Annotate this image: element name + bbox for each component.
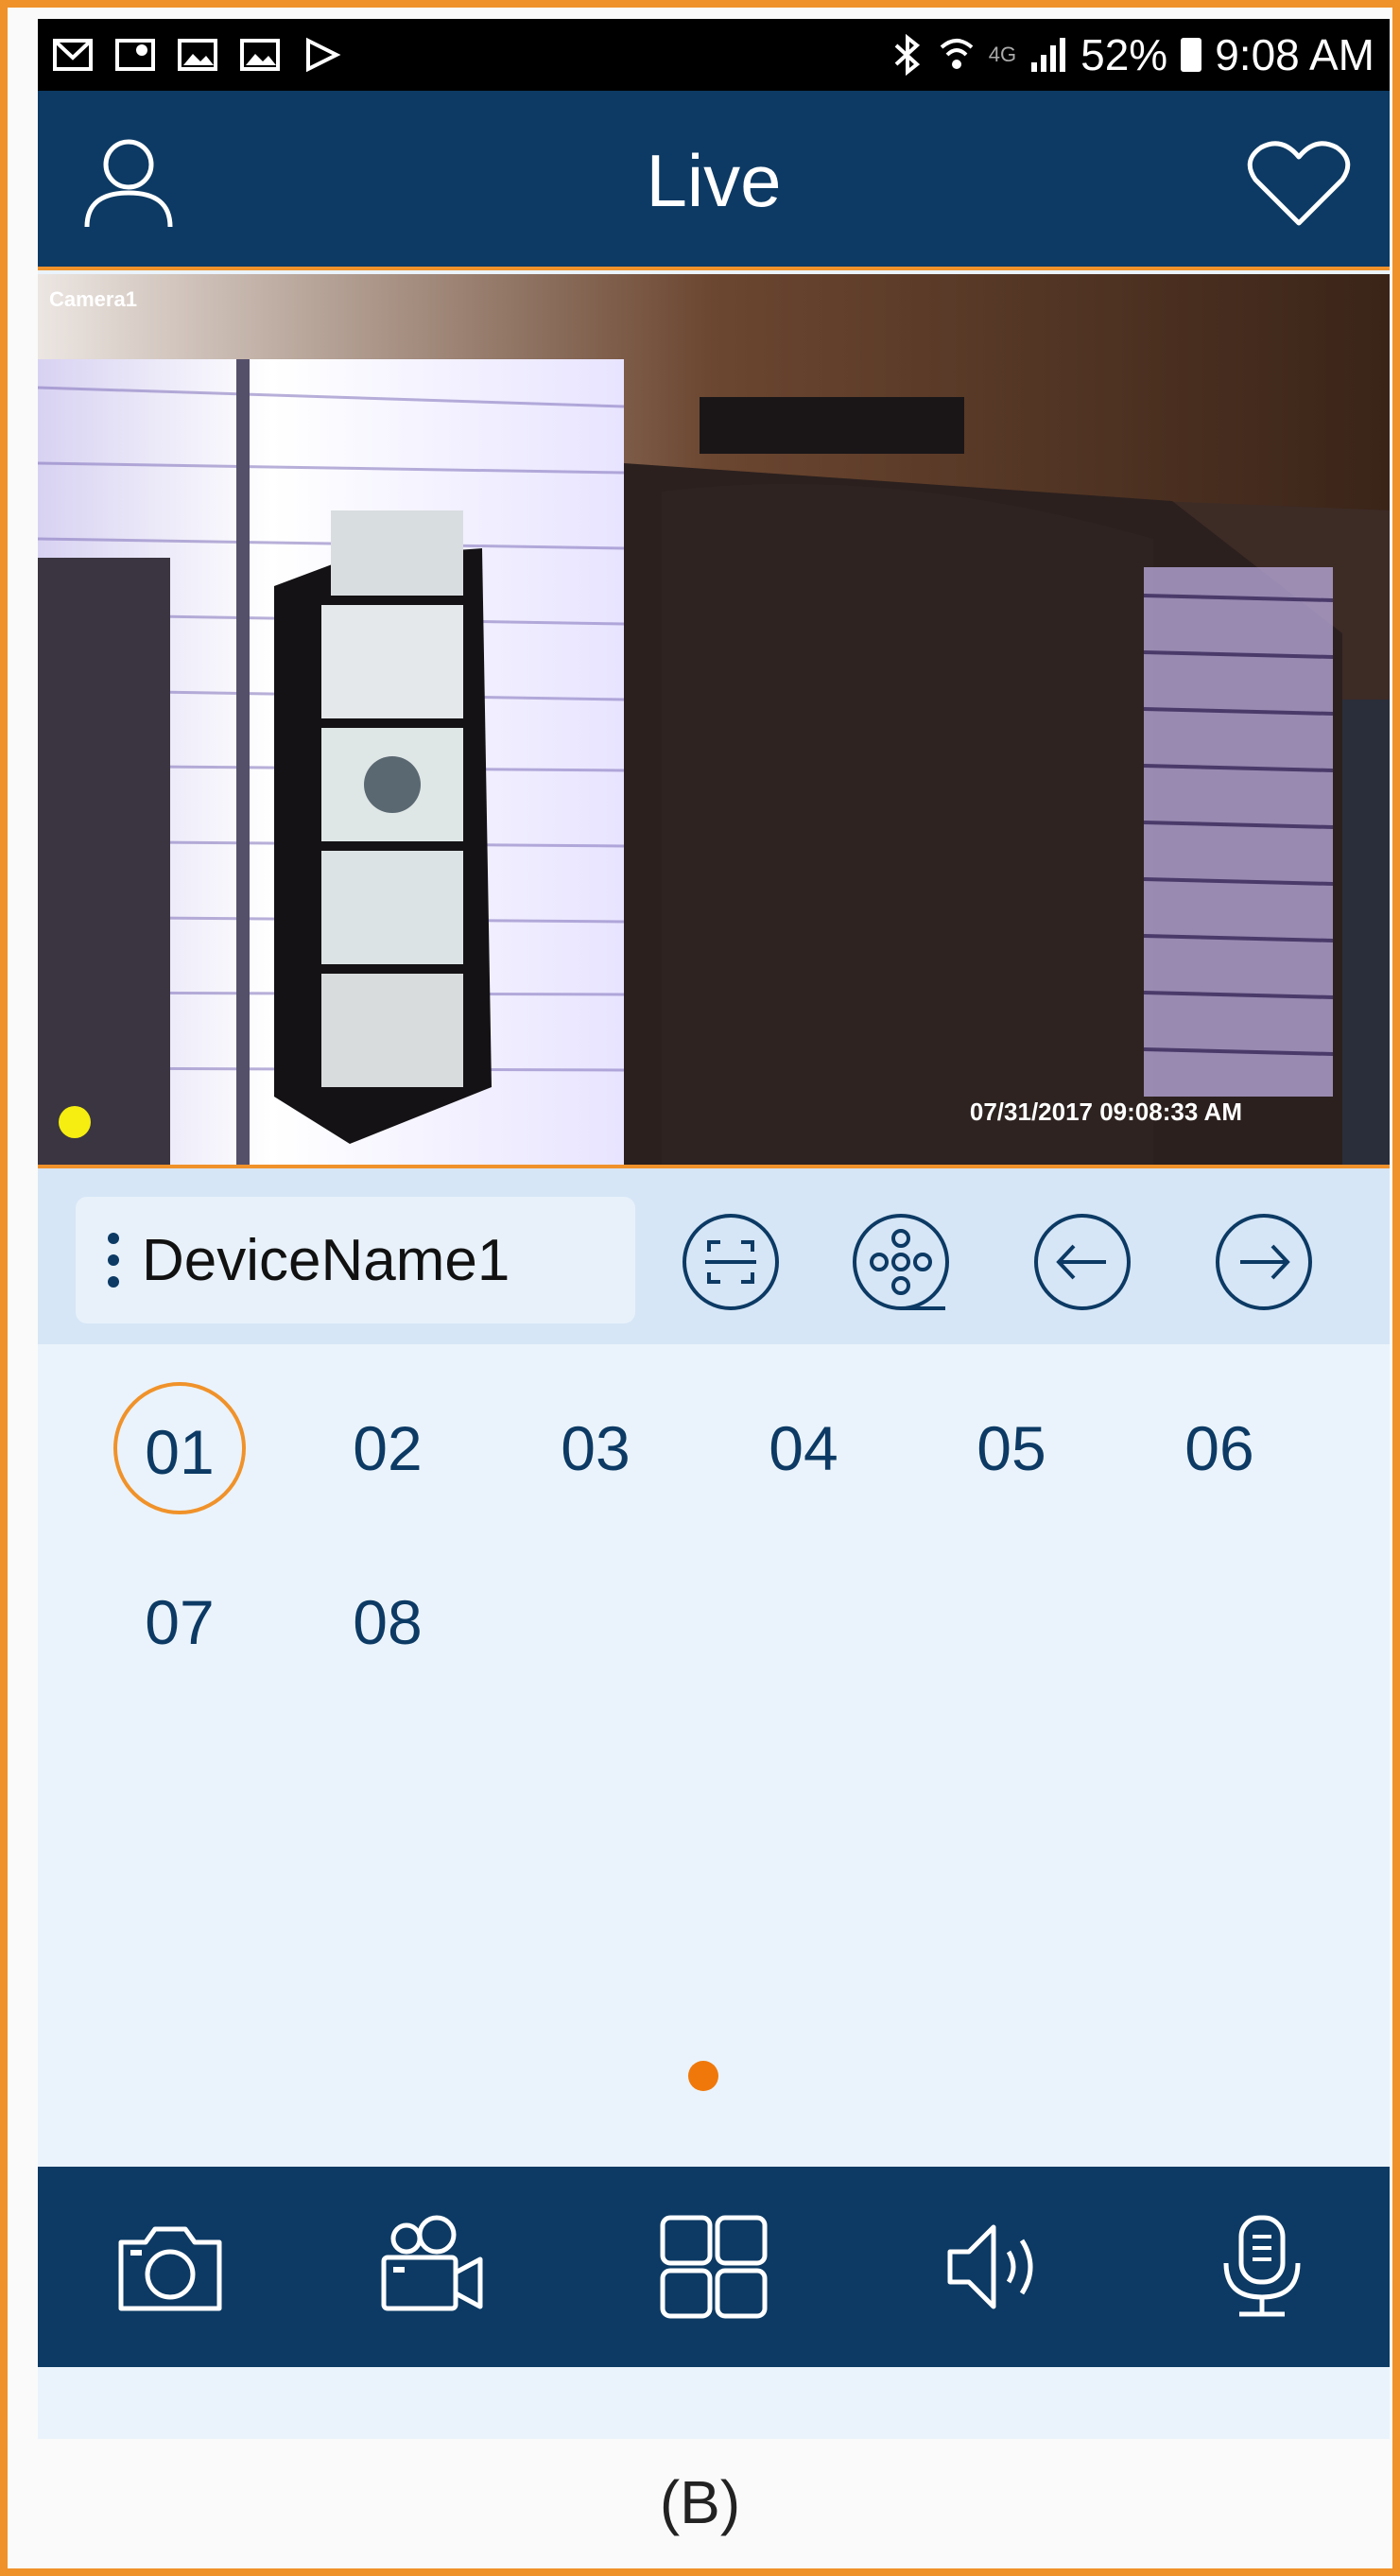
channel-02[interactable]: 02: [321, 1382, 454, 1514]
bluetooth-icon: [894, 34, 920, 76]
channel-04[interactable]: 04: [737, 1382, 870, 1514]
device-toolbar: DeviceName1: [38, 1168, 1390, 1344]
channel-08[interactable]: 08: [321, 1556, 454, 1688]
channel-05[interactable]: 05: [945, 1382, 1078, 1514]
image-icon-2: [240, 39, 280, 71]
playback-reel-icon[interactable]: [851, 1212, 951, 1312]
video-timestamp: 07/31/2017 09:08:33 AM: [969, 1098, 1242, 1126]
maps-icon: [115, 39, 155, 71]
channel-06[interactable]: 06: [1153, 1382, 1286, 1514]
camera-label: Camera1: [49, 287, 137, 311]
speaker-icon[interactable]: [941, 2214, 1054, 2320]
device-selector[interactable]: DeviceName1: [76, 1197, 635, 1323]
status-bar: 4G 52% 9:08 AM: [38, 19, 1390, 91]
video-record-icon[interactable]: [374, 2214, 488, 2320]
microphone-icon[interactable]: [1205, 2214, 1319, 2320]
fullscreen-icon[interactable]: [681, 1212, 781, 1312]
next-arrow-icon[interactable]: [1214, 1212, 1314, 1312]
status-indicators: 4G 52% 9:08 AM: [890, 29, 1374, 80]
image-icon: [178, 39, 217, 71]
notification-icons: [53, 37, 342, 73]
channel-01[interactable]: 01: [113, 1382, 246, 1514]
more-vertical-icon[interactable]: [85, 1197, 142, 1323]
heart-icon[interactable]: [1246, 138, 1352, 229]
play-store-icon: [306, 37, 341, 73]
signal-icon: [1031, 38, 1066, 72]
wifi-icon: [940, 39, 974, 69]
clock: 9:08 AM: [1215, 30, 1374, 79]
network-type: 4G: [988, 43, 1017, 66]
camera-feed-image: [38, 274, 1390, 1165]
grid-layout-icon[interactable]: [657, 2214, 770, 2320]
recording-indicator: [59, 1106, 91, 1138]
figure-caption: (B): [659, 2468, 741, 2536]
bottom-action-bar: [38, 2167, 1390, 2367]
app-bar: Live: [38, 91, 1390, 270]
camera-icon[interactable]: [113, 2214, 227, 2320]
battery-percent: 52%: [1080, 30, 1168, 79]
live-video-view[interactable]: Camera1 07/31/2017 09:08:33 AM: [38, 274, 1390, 1168]
channel-03[interactable]: 03: [529, 1382, 662, 1514]
previous-arrow-icon[interactable]: [1032, 1212, 1132, 1312]
phone-screen: 4G 52% 9:08 AM Live Camera1 07/31/2017 0…: [38, 19, 1390, 2439]
page-indicator-dot: [688, 2061, 718, 2091]
channel-grid: 01 02 03 04 05 06 07 08: [38, 1344, 1390, 2176]
channel-07[interactable]: 07: [113, 1556, 246, 1688]
page-title: Live: [646, 139, 782, 222]
gmail-icon: [53, 39, 93, 71]
battery-icon: [1181, 38, 1202, 72]
device-name: DeviceName1: [142, 1227, 510, 1293]
